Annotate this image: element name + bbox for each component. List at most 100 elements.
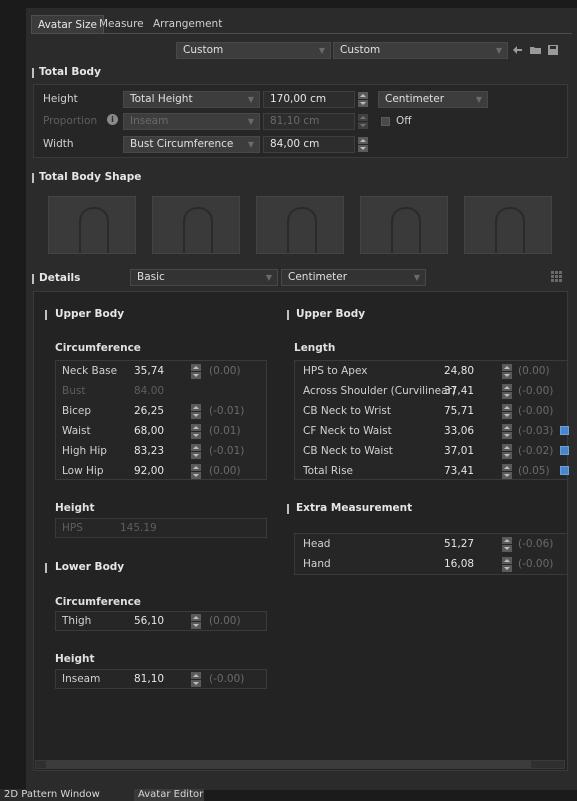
cb-neck-to-wrist-stepper[interactable] <box>502 404 512 419</box>
hand-label: Hand <box>303 558 331 570</box>
chevron-down-icon: ▼ <box>318 46 325 55</box>
thigh-value[interactable]: 56,10 <box>134 615 164 627</box>
upper-circumference-title: Circumference <box>55 342 141 354</box>
hand-value[interactable]: 16,08 <box>444 558 474 570</box>
total-rise-stepper[interactable] <box>502 464 512 479</box>
hand-stepper[interactable] <box>502 557 512 572</box>
tab-2d-pattern-window[interactable]: 2D Pattern Window <box>0 789 134 801</box>
cb-neck-to-waist-label: CB Neck to Waist <box>303 445 393 457</box>
details-level-dropdown[interactable]: Basic ▼ <box>130 269 278 286</box>
high-hip-stepper[interactable] <box>191 444 201 459</box>
cb-neck-to-wrist-delta: (-0.00) <box>518 405 554 417</box>
head-stepper[interactable] <box>502 537 512 552</box>
tab-divider <box>31 33 572 34</box>
info-icon[interactable]: i <box>107 114 118 125</box>
grid-icon[interactable] <box>551 271 563 282</box>
height-value-field[interactable]: 170,00 cm <box>263 91 355 108</box>
neck-base-label: Neck Base <box>62 365 118 377</box>
cb-neck-to-waist-value[interactable]: 37,01 <box>444 445 474 457</box>
proportion-value-field[interactable]: 81,10 cm <box>263 113 355 130</box>
waist-delta: (0.01) <box>209 425 241 437</box>
bicep-value[interactable]: 26,25 <box>134 405 164 417</box>
chevron-down-icon: ▼ <box>475 95 482 104</box>
width-type-dropdown[interactable]: Bust Circumference ▼ <box>123 136 260 153</box>
bicep-stepper[interactable] <box>191 404 201 419</box>
hand-delta: (-0.00) <box>518 558 554 570</box>
body-shape-thumbnail[interactable] <box>48 196 136 254</box>
height-type-dropdown[interactable]: Total Height ▼ <box>123 91 260 108</box>
cb-neck-to-waist-stepper[interactable] <box>502 444 512 459</box>
preset-dropdown-right[interactable]: Custom ▼ <box>333 42 508 59</box>
body-shape-thumbnail[interactable] <box>256 196 344 254</box>
neck-base-delta: (0.00) <box>209 365 241 377</box>
tab-avatar-editor[interactable]: Avatar Editor <box>134 789 204 801</box>
cf-neck-to-waist-label: CF Neck to Waist <box>303 425 392 437</box>
body-shape-thumbnail[interactable] <box>152 196 240 254</box>
details-title: Details <box>39 272 81 284</box>
save-icon[interactable] <box>548 45 559 55</box>
hps-to-apex-value[interactable]: 24,80 <box>444 365 474 377</box>
proportion-label: Proportion <box>43 115 98 127</box>
high-hip-value[interactable]: 83,23 <box>134 445 164 457</box>
low-hip-stepper[interactable] <box>191 464 201 479</box>
unit-dropdown[interactable]: Centimeter ▼ <box>378 91 488 108</box>
length-title: Length <box>294 342 336 354</box>
waist-stepper[interactable] <box>191 424 201 439</box>
height-stepper[interactable] <box>358 92 368 107</box>
thigh-delta: (0.00) <box>209 615 241 627</box>
total-rise-label: Total Rise <box>303 465 354 477</box>
cb-neck-to-wrist-value[interactable]: 75,71 <box>444 405 474 417</box>
high-hip-label: High Hip <box>62 445 107 457</box>
body-shape-thumbnail[interactable] <box>360 196 448 254</box>
hps-to-apex-stepper[interactable] <box>502 364 512 379</box>
back-arrow-icon[interactable] <box>512 45 523 55</box>
preset-dropdown-left[interactable]: Custom ▼ <box>176 42 331 59</box>
folder-icon[interactable] <box>530 45 541 55</box>
across-shoulder-value[interactable]: 37,41 <box>444 385 474 397</box>
total-rise-delta: (0.05) <box>518 465 550 477</box>
head-value[interactable]: 51,27 <box>444 538 474 550</box>
total-rise-checkbox[interactable] <box>560 466 569 475</box>
scrollbar-thumb[interactable] <box>46 761 531 768</box>
waist-value[interactable]: 68,00 <box>134 425 164 437</box>
tab-measure[interactable]: Measure <box>99 15 144 33</box>
neck-base-value[interactable]: 35,74 <box>134 365 164 377</box>
chevron-down-icon: ▼ <box>265 273 272 282</box>
cb-neck-to-wrist-label: CB Neck to Wrist <box>303 405 391 417</box>
across-shoulder-label: Across Shoulder (Curvilinear) <box>303 385 456 397</box>
details-unit-dropdown[interactable]: Centimeter ▼ <box>281 269 426 286</box>
hps-to-apex-delta: (0.00) <box>518 365 550 377</box>
width-stepper[interactable] <box>358 137 368 152</box>
section-marker <box>32 68 34 78</box>
thigh-stepper[interactable] <box>191 614 201 629</box>
hps-label: HPS <box>62 522 83 534</box>
inseam-delta: (-0.00) <box>209 673 245 685</box>
width-value-field[interactable]: 84,00 cm <box>263 136 355 153</box>
body-shape-thumbnail[interactable] <box>464 196 552 254</box>
cf-neck-to-waist-checkbox[interactable] <box>560 426 569 435</box>
section-marker <box>32 173 34 183</box>
tab-avatar-size[interactable]: Avatar Size <box>31 15 104 33</box>
proportion-toggle-checkbox[interactable] <box>381 117 390 126</box>
low-hip-value[interactable]: 92,00 <box>134 465 164 477</box>
chevron-down-icon: ▼ <box>495 46 502 55</box>
neck-base-stepper[interactable] <box>191 364 201 379</box>
cf-neck-to-waist-stepper[interactable] <box>502 424 512 439</box>
tab-arrangement[interactable]: Arrangement <box>153 15 222 33</box>
inseam-stepper[interactable] <box>191 672 201 687</box>
upper-circumference-list <box>55 360 267 480</box>
section-marker <box>287 504 289 514</box>
bicep-delta: (-0.01) <box>209 405 245 417</box>
proportion-dropdown[interactable]: Inseam ▼ <box>123 113 260 130</box>
cf-neck-to-waist-value[interactable]: 33,06 <box>444 425 474 437</box>
cb-neck-to-waist-checkbox[interactable] <box>560 446 569 455</box>
inseam-value[interactable]: 81,10 <box>134 673 164 685</box>
across-shoulder-stepper[interactable] <box>502 384 512 399</box>
cb-neck-to-waist-delta: (-0.02) <box>518 445 554 457</box>
total-rise-value[interactable]: 73,41 <box>444 465 474 477</box>
section-marker <box>32 274 34 284</box>
bust-value: 84.00 <box>134 385 165 397</box>
proportion-toggle-label: Off <box>396 115 412 127</box>
proportion-stepper[interactable] <box>358 114 368 129</box>
waist-label: Waist <box>62 425 91 437</box>
